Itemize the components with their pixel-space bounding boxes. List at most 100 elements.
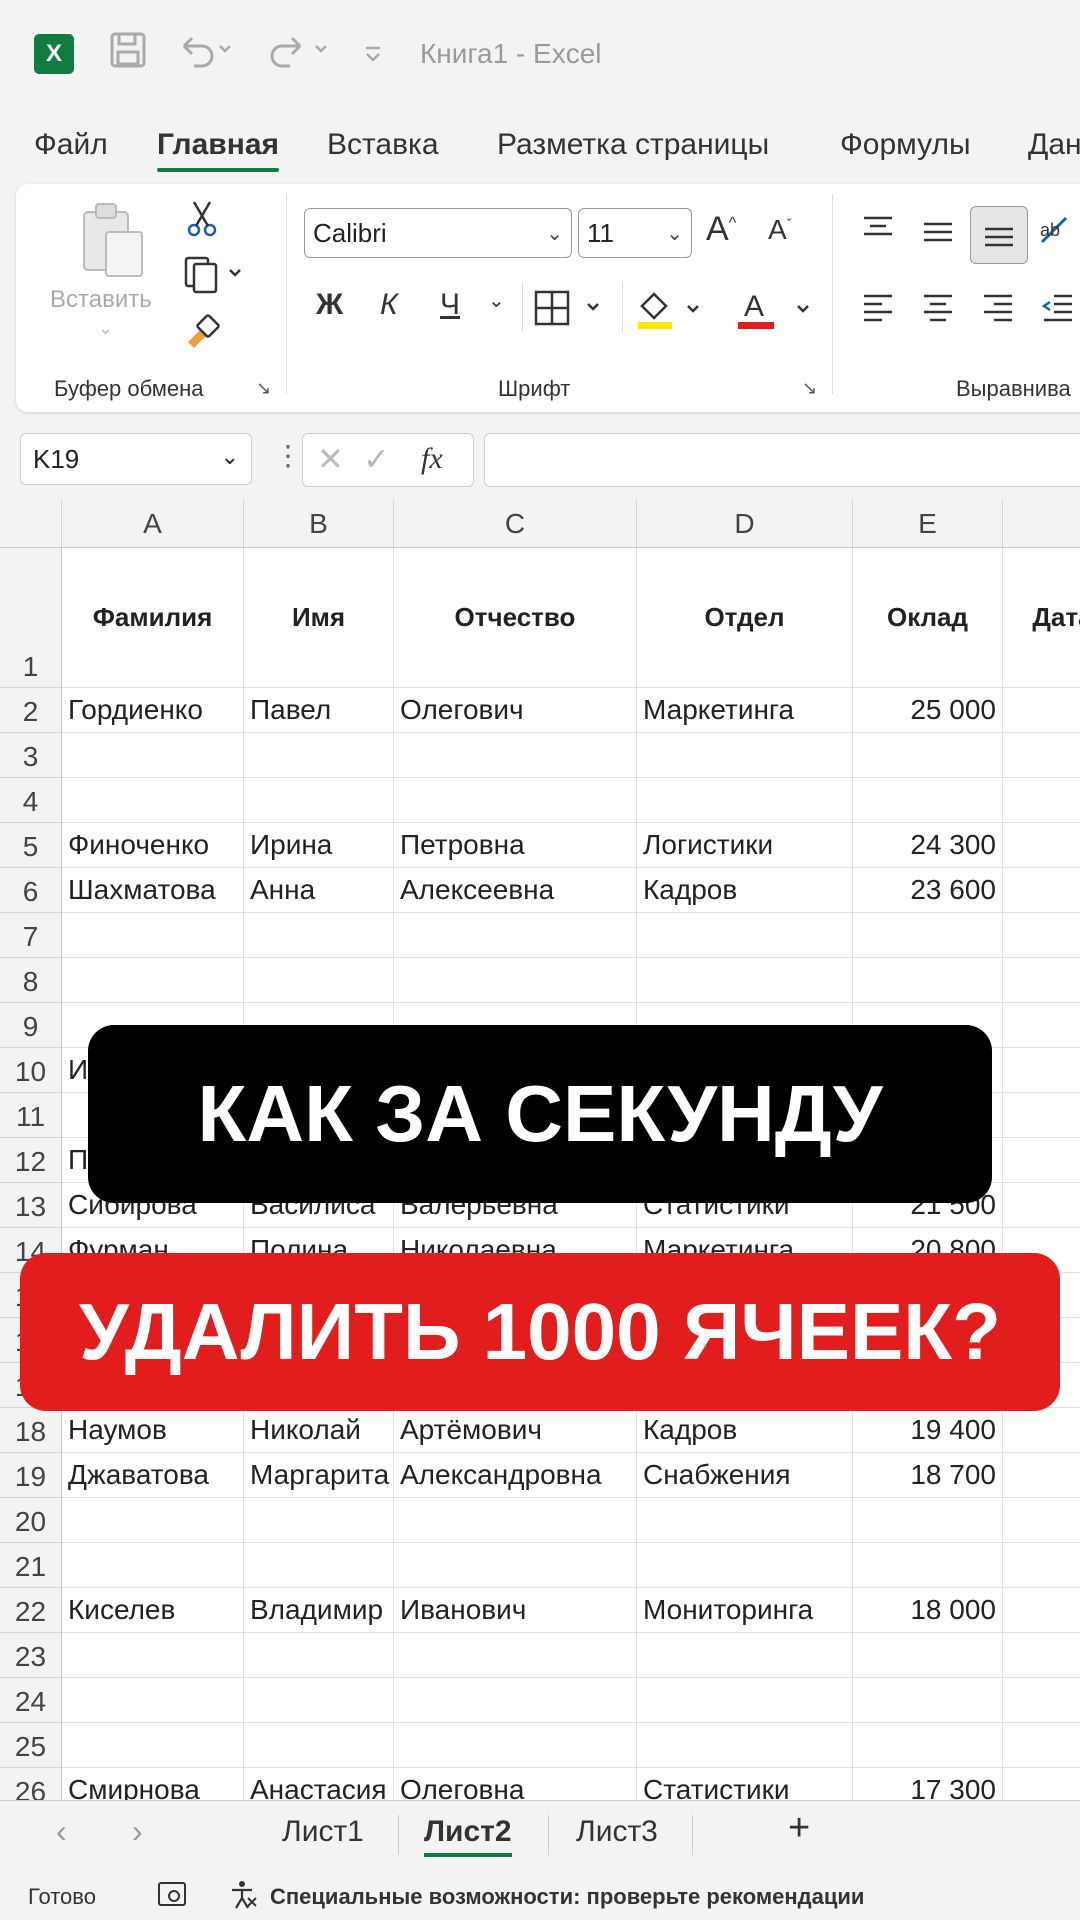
row-header[interactable]: 8 [0, 958, 62, 1003]
font-name-select[interactable]: Calibri ⌄ [304, 208, 572, 258]
table-cell[interactable] [637, 1543, 853, 1588]
table-cell[interactable] [244, 958, 394, 1003]
fill-color-icon[interactable] [632, 284, 712, 337]
table-cell[interactable]: 18 000 [853, 1588, 1003, 1633]
table-cell[interactable]: 18 700 [853, 1453, 1003, 1498]
table-cell[interactable] [244, 733, 394, 778]
more-options-icon[interactable]: ⋮ [274, 439, 302, 472]
table-cell[interactable] [1003, 1048, 1080, 1093]
table-cell[interactable]: Олегович [394, 688, 637, 733]
table-cell[interactable]: Артёмович [394, 1408, 637, 1453]
align-center-icon[interactable] [920, 290, 956, 331]
row-header[interactable]: 1 [0, 548, 62, 688]
table-cell[interactable]: Павел [244, 688, 394, 733]
row-header[interactable]: 12 [0, 1138, 62, 1183]
sheet-tab-1[interactable]: Лист1 [282, 1815, 364, 1849]
cell-mode-icon[interactable] [156, 1880, 188, 1914]
table-cell[interactable] [62, 778, 244, 823]
table-cell[interactable] [244, 913, 394, 958]
table-cell[interactable]: Иванович [394, 1588, 637, 1633]
grow-font-button[interactable]: A^ [706, 210, 736, 249]
redo-icon[interactable] [266, 30, 336, 80]
table-cell[interactable]: 23 600 [853, 868, 1003, 913]
table-cell[interactable] [637, 1498, 853, 1543]
table-cell[interactable] [1003, 1003, 1080, 1048]
tab-data[interactable]: Дан [1028, 128, 1080, 162]
customize-icon[interactable] [362, 30, 386, 80]
header-cell[interactable]: Дата [1003, 548, 1080, 688]
italic-button[interactable]: К [380, 288, 398, 322]
table-cell[interactable]: Гордиенко [62, 688, 244, 733]
table-cell[interactable] [853, 1678, 1003, 1723]
table-cell[interactable] [1003, 1183, 1080, 1228]
table-cell[interactable] [62, 1723, 244, 1768]
table-cell[interactable] [637, 778, 853, 823]
header-cell[interactable]: Отчество [394, 548, 637, 688]
scroll-right-icon[interactable]: › [132, 1813, 143, 1850]
column-header[interactable]: D [637, 500, 853, 548]
row-header[interactable]: 10 [0, 1048, 62, 1093]
table-cell[interactable]: Александровна [394, 1453, 637, 1498]
table-cell[interactable] [637, 1678, 853, 1723]
header-cell[interactable]: Имя [244, 548, 394, 688]
save-icon[interactable] [108, 30, 148, 80]
table-cell[interactable]: Киселев [62, 1588, 244, 1633]
table-cell[interactable] [853, 733, 1003, 778]
row-header[interactable]: 22 [0, 1588, 62, 1633]
tab-insert[interactable]: Вставка [327, 128, 439, 162]
table-cell[interactable]: Анастасия [244, 1768, 394, 1800]
add-sheet-button[interactable]: + [788, 1807, 810, 1850]
table-cell[interactable]: 19 400 [853, 1408, 1003, 1453]
header-cell[interactable]: Фамилия [62, 548, 244, 688]
table-cell[interactable] [1003, 1588, 1080, 1633]
table-cell[interactable]: Логистики [637, 823, 853, 868]
row-header[interactable]: 18 [0, 1408, 62, 1453]
table-cell[interactable] [244, 1498, 394, 1543]
table-cell[interactable] [853, 778, 1003, 823]
table-cell[interactable]: Петровна [394, 823, 637, 868]
column-header[interactable]: E [853, 500, 1003, 548]
header-cell[interactable]: Отдел [637, 548, 853, 688]
table-cell[interactable] [394, 733, 637, 778]
table-cell[interactable] [1003, 1408, 1080, 1453]
shrink-font-button[interactable]: Aˇ [768, 214, 791, 246]
table-cell[interactable] [62, 1498, 244, 1543]
table-cell[interactable] [394, 1723, 637, 1768]
cut-icon[interactable] [184, 198, 220, 243]
table-cell[interactable]: Кадров [637, 1408, 853, 1453]
font-size-select[interactable]: 11 ⌄ [578, 208, 692, 258]
table-cell[interactable] [637, 733, 853, 778]
table-cell[interactable] [1003, 823, 1080, 868]
table-cell[interactable] [62, 958, 244, 1003]
borders-icon[interactable] [532, 288, 612, 333]
insert-function-icon[interactable]: fx [421, 442, 443, 476]
column-header[interactable] [1003, 500, 1080, 548]
align-right-icon[interactable] [980, 290, 1016, 331]
table-cell[interactable] [394, 1678, 637, 1723]
column-header[interactable]: A [62, 500, 244, 548]
table-cell[interactable] [244, 1633, 394, 1678]
table-cell[interactable] [853, 1723, 1003, 1768]
table-cell[interactable]: Кадров [637, 868, 853, 913]
tab-page-layout[interactable]: Разметка страницы [497, 128, 769, 162]
scroll-left-icon[interactable]: ‹ [56, 1813, 67, 1850]
sheet-tab-3[interactable]: Лист3 [576, 1815, 658, 1849]
table-cell[interactable] [1003, 733, 1080, 778]
table-cell[interactable]: Маркетинга [637, 688, 853, 733]
align-middle-icon[interactable] [920, 218, 956, 253]
table-cell[interactable] [637, 913, 853, 958]
table-cell[interactable] [394, 778, 637, 823]
tab-home[interactable]: Главная [157, 128, 280, 172]
confirm-icon[interactable]: ✓ [363, 440, 390, 478]
table-cell[interactable] [244, 778, 394, 823]
row-header[interactable]: 11 [0, 1093, 62, 1138]
table-cell[interactable]: Олеговна [394, 1768, 637, 1800]
table-cell[interactable] [62, 1633, 244, 1678]
table-cell[interactable] [1003, 1498, 1080, 1543]
table-cell[interactable]: Наумов [62, 1408, 244, 1453]
select-all-corner[interactable] [0, 500, 62, 548]
accessibility-icon[interactable] [228, 1878, 260, 1916]
table-cell[interactable] [394, 1633, 637, 1678]
table-cell[interactable]: Николай [244, 1408, 394, 1453]
table-cell[interactable] [1003, 868, 1080, 913]
